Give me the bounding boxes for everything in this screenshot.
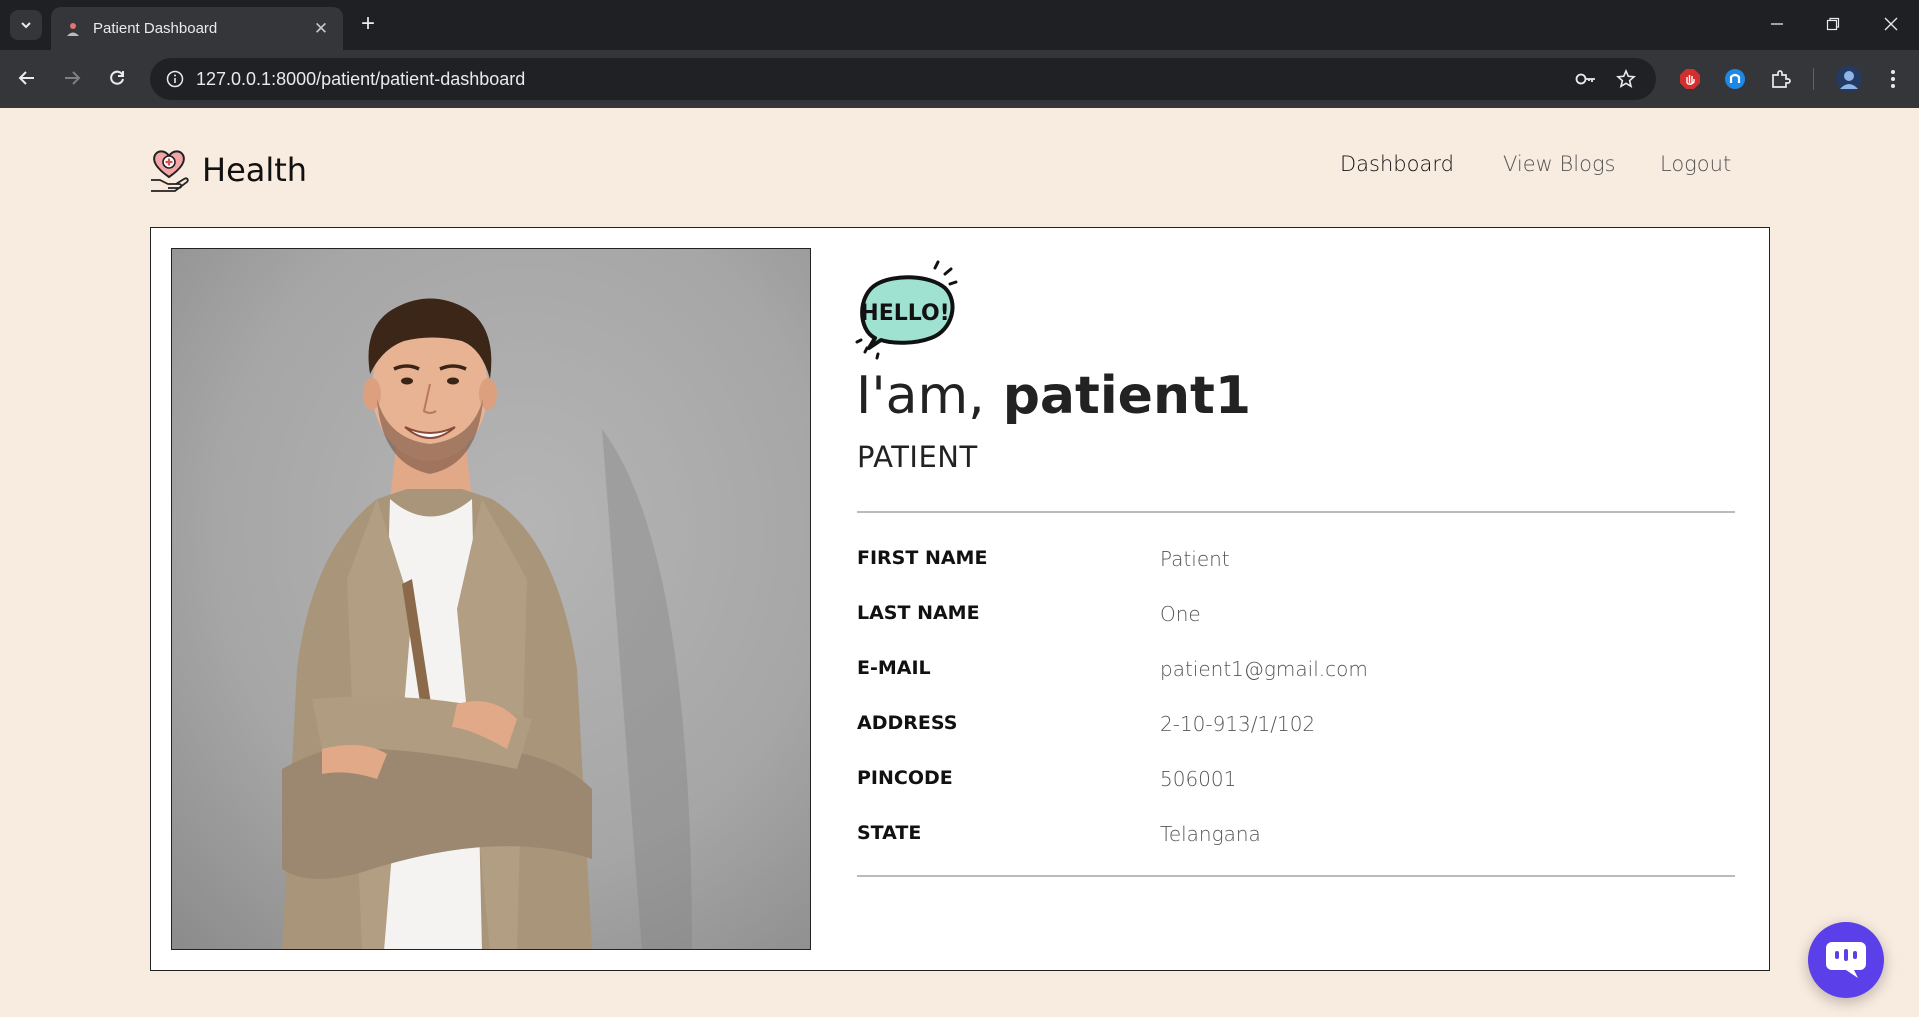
toolbar-divider	[1813, 68, 1814, 90]
divider-top	[857, 511, 1735, 513]
url-text[interactable]: 127.0.0.1:8000/patient/patient-dashboard	[196, 69, 1560, 90]
site-info-icon[interactable]	[166, 70, 184, 88]
info-value: Patient	[1160, 547, 1230, 571]
info-label: LAST NAME	[857, 602, 980, 624]
greeting-heading: I'am, patient1	[856, 366, 1251, 426]
greeting-prefix: I'am,	[856, 366, 985, 426]
close-icon	[1884, 17, 1898, 31]
nav-view-blogs[interactable]: View Blogs	[1503, 152, 1616, 176]
back-button[interactable]	[10, 61, 44, 95]
hello-text: HELLO!	[860, 301, 949, 326]
info-label: FIRST NAME	[857, 547, 988, 569]
arrow-right-icon	[65, 71, 81, 85]
close-tab-icon[interactable]: ✕	[311, 19, 331, 39]
browser-tab-bar: Patient Dashboard ✕ +	[0, 0, 1919, 50]
info-row-pincode: PINCODE 506001	[857, 767, 1735, 797]
browser-tab[interactable]: Patient Dashboard ✕	[51, 7, 343, 50]
info-label: PINCODE	[857, 767, 953, 789]
forward-button[interactable]	[55, 61, 89, 95]
info-row-email: E-MAIL patient1@gmail.com	[857, 657, 1735, 687]
chat-button[interactable]	[1808, 922, 1884, 998]
arrow-left-icon	[18, 71, 34, 85]
address-bar[interactable]: 127.0.0.1:8000/patient/patient-dashboard	[150, 58, 1656, 100]
info-row-last-name: LAST NAME One	[857, 602, 1735, 632]
info-row-first-name: FIRST NAME Patient	[857, 547, 1735, 577]
minimize-icon	[1771, 23, 1783, 25]
extensions-puzzle-icon[interactable]	[1768, 66, 1794, 92]
info-value: 506001	[1160, 767, 1237, 791]
heart-hand-icon	[151, 150, 189, 192]
tab-title: Patient Dashboard	[93, 20, 218, 37]
restore-icon	[1826, 17, 1840, 31]
chat-bubble-icon	[1826, 942, 1866, 978]
browser-toolbar: 127.0.0.1:8000/patient/patient-dashboard	[0, 50, 1919, 108]
browser-menu-icon[interactable]	[1880, 66, 1906, 92]
bookmark-star-icon[interactable]	[1612, 65, 1640, 93]
close-window-button[interactable]	[1868, 8, 1914, 40]
profile-photo	[171, 248, 811, 950]
chevron-down-icon	[21, 22, 31, 29]
nav-logout[interactable]: Logout	[1660, 152, 1731, 176]
divider-bottom	[857, 875, 1735, 877]
info-row-state: STATE Telangana	[857, 822, 1735, 852]
restore-button[interactable]	[1810, 8, 1856, 40]
site-brand[interactable]: Health	[148, 146, 307, 194]
profile-card: HELLO! I'am, patient1 PATIENT FIRST NAME …	[150, 227, 1770, 971]
hello-badge: HELLO!	[855, 260, 959, 360]
info-value: patient1@gmail.com	[1160, 657, 1368, 681]
info-label: E-MAIL	[857, 657, 931, 679]
nav-dashboard[interactable]: Dashboard	[1340, 152, 1454, 176]
username: patient1	[1002, 366, 1252, 426]
password-key-icon[interactable]	[1572, 65, 1600, 93]
info-value: One	[1160, 602, 1201, 626]
role-label: PATIENT	[857, 440, 978, 474]
info-label: ADDRESS	[857, 712, 958, 734]
favicon-icon	[65, 21, 81, 37]
adblock-extension-icon[interactable]	[1677, 66, 1703, 92]
new-tab-button[interactable]: +	[354, 11, 382, 39]
info-label: STATE	[857, 822, 922, 844]
tab-search-button[interactable]	[10, 10, 42, 40]
reload-icon	[110, 70, 124, 85]
info-row-address: ADDRESS 2-10-913/1/102	[857, 712, 1735, 742]
extension-blue-icon[interactable]	[1722, 66, 1748, 92]
info-value: Telangana	[1160, 822, 1261, 846]
brand-name: Health	[202, 151, 308, 189]
info-value: 2-10-913/1/102	[1160, 712, 1316, 736]
minimize-button[interactable]	[1754, 8, 1800, 40]
profile-avatar[interactable]	[1834, 64, 1864, 94]
reload-button[interactable]	[100, 61, 134, 95]
